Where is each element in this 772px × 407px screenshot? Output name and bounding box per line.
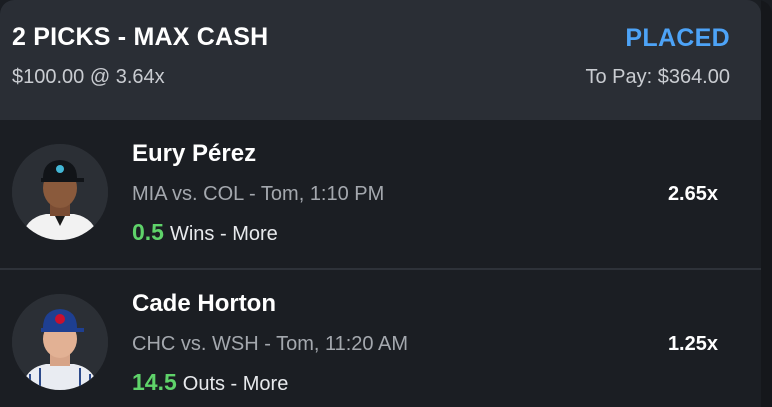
entry-header[interactable]: 2 PICKS - MAX CASH PLACED $100.00 @ 3.64… <box>0 0 761 120</box>
player-name: Cade Horton <box>132 290 276 317</box>
pick-row[interactable]: Cade Horton CHC vs. WSH - Tom, 11:20 AM … <box>0 268 761 407</box>
stake-amount: $100.00 @ 3.64x <box>12 66 165 88</box>
status-badge: PLACED <box>625 24 730 52</box>
line-stat: Outs - More <box>182 373 289 395</box>
entry-title: 2 PICKS - MAX CASH <box>12 23 269 51</box>
player-avatar-icon <box>12 144 108 240</box>
pick-row[interactable]: Eury Pérez MIA vs. COL - Tom, 1:10 PM 0.… <box>0 120 761 268</box>
to-pay-amount: To Pay: $364.00 <box>585 66 730 88</box>
line-value: 14.5 <box>132 369 177 395</box>
player-avatar-icon <box>12 294 108 390</box>
matchup-text: MIA vs. COL - Tom, 1:10 PM <box>132 183 385 205</box>
line-stat: Wins - More <box>169 223 278 245</box>
entry-card: 2 PICKS - MAX CASH PLACED $100.00 @ 3.64… <box>0 0 772 407</box>
player-name: Eury Pérez <box>132 140 257 167</box>
matchup-text: CHC vs. WSH - Tom, 11:20 AM <box>132 333 408 355</box>
line-value: 0.5 <box>132 219 164 245</box>
edge-strip <box>761 0 772 407</box>
projection-line: 0.5 Wins - More <box>132 219 278 246</box>
pick-multiplier: 1.25x <box>667 333 718 355</box>
projection-line: 14.5 Outs - More <box>132 369 288 396</box>
pick-multiplier: 2.65x <box>667 183 718 205</box>
